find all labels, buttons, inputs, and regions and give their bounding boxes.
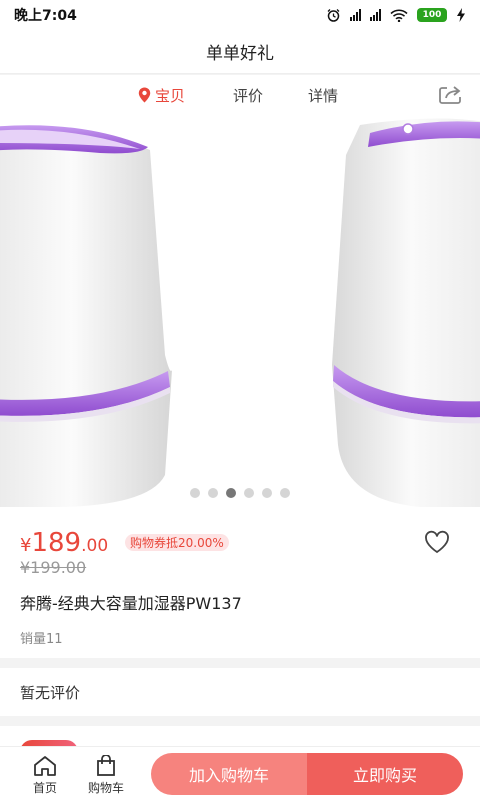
nav-home[interactable]: 首页 xyxy=(20,755,70,796)
sales-count: 销量11 xyxy=(20,632,63,647)
carousel-indicator xyxy=(0,488,480,498)
tab-product[interactable]: 宝贝 xyxy=(138,75,185,115)
buy-now-button[interactable]: 立即购买 xyxy=(307,753,463,795)
nav-cart-label: 购物车 xyxy=(87,781,124,795)
signal-icon xyxy=(370,9,381,21)
carousel-dot[interactable] xyxy=(226,488,236,498)
signal-icon xyxy=(350,9,361,21)
nav-cart[interactable]: 购物车 xyxy=(81,755,131,796)
carousel-dot[interactable] xyxy=(280,488,290,498)
no-reviews-text: 暂无评价 xyxy=(20,683,81,702)
price-currency: ¥ xyxy=(20,535,32,556)
tab-details[interactable]: 详情 xyxy=(308,75,338,115)
tab-reviews[interactable]: 评价 xyxy=(233,75,263,115)
original-price: ¥199.00 xyxy=(20,558,87,577)
carousel-dot[interactable] xyxy=(190,488,200,498)
carousel-dot[interactable] xyxy=(262,488,272,498)
status-icons: 100 xyxy=(326,8,466,23)
alarm-icon xyxy=(327,8,340,22)
heart-icon[interactable] xyxy=(424,530,450,554)
product-image xyxy=(0,115,480,520)
product-image-carousel[interactable] xyxy=(0,115,480,520)
reviews-section[interactable]: 暂无评价 xyxy=(0,668,480,716)
status-bar: 晚上7:04 100 xyxy=(0,0,480,30)
status-time: 晚上7:04 xyxy=(14,8,77,24)
coupon-badge: 购物券抵20.00% xyxy=(125,534,229,551)
nav-home-label: 首页 xyxy=(32,781,57,795)
wifi-icon xyxy=(390,9,408,22)
add-to-cart-button[interactable]: 加入购物车 xyxy=(151,753,307,795)
price-integer: 189 xyxy=(31,528,82,558)
shopping-bag-icon xyxy=(97,755,115,776)
charging-icon xyxy=(457,8,465,22)
tab-product-label: 宝贝 xyxy=(155,86,186,105)
product-info: ¥ 189 .00 购物券抵20.00% ¥199.00 奔腾-经典大容量加湿器… xyxy=(0,520,480,658)
carousel-dot[interactable] xyxy=(208,488,218,498)
share-icon[interactable] xyxy=(438,85,462,105)
product-title: 奔腾-经典大容量加湿器PW137 xyxy=(20,594,242,613)
home-icon xyxy=(34,756,56,776)
price-decimal: .00 xyxy=(81,536,109,556)
location-pin-icon xyxy=(138,87,151,103)
carousel-dot[interactable] xyxy=(244,488,254,498)
price: ¥ 189 .00 xyxy=(20,528,108,558)
page-title: 单单好礼 xyxy=(0,30,480,74)
tab-bar: 宝贝 评价 详情 xyxy=(0,75,480,115)
battery-icon: 100 xyxy=(417,8,447,22)
bottom-action-bar: 首页 购物车 加入购物车 立即购买 xyxy=(0,746,480,800)
